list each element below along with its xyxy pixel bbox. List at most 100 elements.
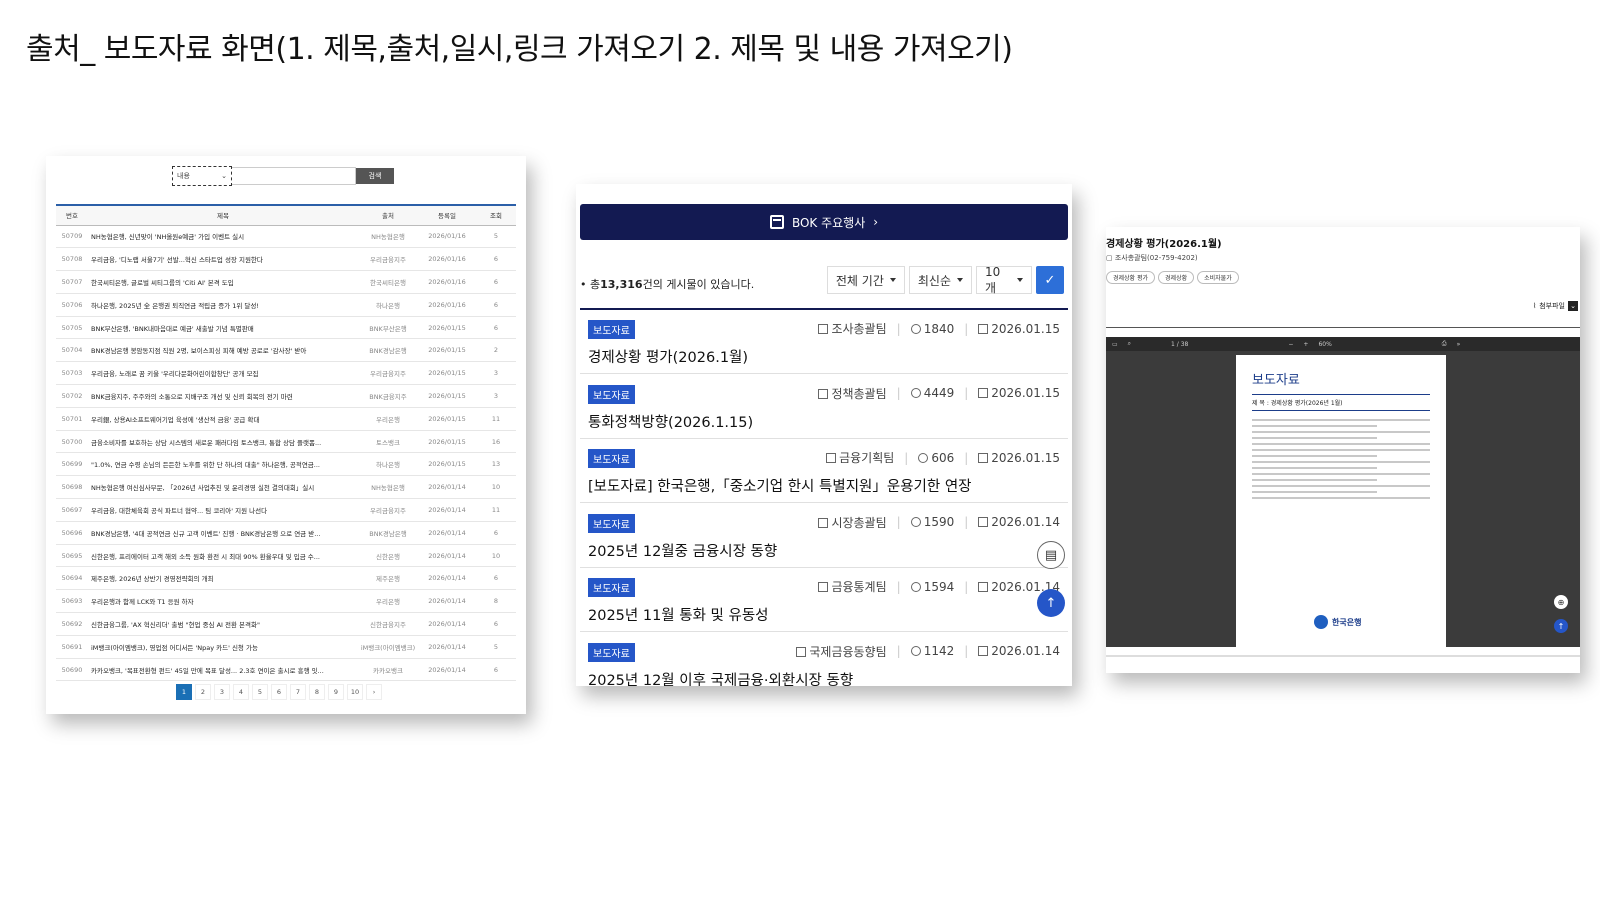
page-button[interactable]: 9 [328,684,344,700]
row-title-link[interactable]: 제주은행, 2026년 상반기 경영전략회의 개최 [88,566,358,591]
table-row[interactable]: 50700 금융소비자를 보호하는 상담 시스템의 새로운 패러다임 토스뱅크, … [56,430,516,454]
table-row[interactable]: 50705 BNK부산은행, 'BNK내마음대로 예금' 새출발 기념 특별판매 B… [56,316,516,340]
table-row[interactable]: 50693 우리은행과 함께 LCK와 T1 응원 하자 우리은행 2026/01/1… [56,589,516,614]
table-row[interactable]: 50692 신한금융그룹, 'AX 혁신리더' 출범 "현업 중심 AI 전환 본… [56,612,516,636]
detail-divider [1106,327,1580,328]
page-button[interactable]: 6 [271,684,287,700]
item-title[interactable]: 2025년 12월 이후 국제금융·외환시장 동향 [588,669,853,687]
row-title-link[interactable]: NH농협은행, 신년맞이 'NH올원e예금' 가입 이벤트 실시 [88,225,358,249]
more-icon[interactable]: » [1457,341,1461,348]
list-item[interactable]: 보도자료 조사총괄팀 | 1840 | 2026.01.15 경제상황 평가(2026.1월… [580,310,1068,374]
zoom-out-icon[interactable]: − [1288,341,1293,348]
table-row[interactable]: 50695 신한은행, 프리에이터 고객 해외 소득 원화 환전 시 최대 90%… [56,544,516,568]
page-button[interactable]: 2 [195,684,211,700]
page-button[interactable]: 8 [309,684,325,700]
scroll-top-button[interactable]: ↑ [1037,589,1065,617]
table-row[interactable]: 50706 하나은행, 2025년 全 은행권 퇴직연금 적립금 증가 1위 달성… [56,293,516,317]
item-title[interactable]: 경제상황 평가(2026.1월) [588,346,748,367]
search-type-select[interactable]: 내용 ⌄ [172,166,232,186]
page-size-select[interactable]: 10개 [976,265,1032,295]
item-views: 1594 [923,579,955,594]
document-icon[interactable]: ▤ [1037,541,1065,569]
table-row[interactable]: 50708 우리금융, '디노랩 서울7기' 선발...혁신 스타트업 성장 지원… [56,247,516,272]
search-icon[interactable]: ⌕ [1128,340,1131,348]
table-cell: 카카오뱅크 [358,658,418,682]
list-item[interactable]: 보도자료 금융기획팀 | 606 | 2026.01.15 [보도자료] 한국은행,「중소기… [580,439,1068,503]
table-row[interactable]: 50690 카카오뱅크, '목표전환형 펀드' 45일 만에 목표 달성... 2… [56,658,516,682]
table-row[interactable]: 50698 NH농협은행 여신심사부문, 「2026년 사업추진 및 윤리경영 실… [56,475,516,500]
row-title-link[interactable]: BNK부산은행, 'BNK내마음대로 예금' 새출발 기념 특별판매 [88,316,358,340]
table-cell: NH농협은행 [358,475,418,500]
table-cell: 50691 [56,635,88,659]
row-title-link[interactable]: 우리금융, '디노랩 서울7기' 선발...혁신 스타트업 성장 지원한다 [88,247,358,272]
period-select[interactable]: 전체 기간 [826,266,905,294]
bok-events-banner[interactable]: BOK 주요행사 › [580,204,1068,240]
page-button[interactable]: › [366,684,382,700]
row-title-link[interactable]: NH농협은행 여신심사부문, 「2026년 사업추진 및 윤리경영 실천 결의대… [88,475,358,500]
row-title-link[interactable]: 우리銀, 상용AI소프트웨어기업 육성에 '생산적 금융' 공급 확대 [88,407,358,431]
table-row[interactable]: 50694 제주은행, 2026년 상반기 경영전략회의 개최 제주은행 2026/0… [56,566,516,591]
item-title[interactable]: 통화정책방향(2026.1.15) [588,411,753,432]
list-item[interactable]: 보도자료 시장총괄팀 | 1590 | 2026.01.14 2025년 12월중 금융시장… [580,504,1068,568]
row-title-link[interactable]: 신한은행, 프리에이터 고객 해외 소득 원화 환전 시 최대 90% 환율우대… [88,544,358,568]
pdf-viewer[interactable]: ▭ ⌕ 1 / 38 − + 60% ⎙ » 보도자료 제 목 : 경제상황 평… [1106,337,1580,647]
page-button[interactable]: 3 [214,684,230,700]
viewer-action-icon[interactable]: ⊕ [1554,595,1568,609]
page-button[interactable]: 1 [176,684,192,700]
table-row[interactable]: 50699 "1.0%, 연금 수령 손님의 든든한 노후를 위한 단 하나의 대… [56,452,516,477]
row-title-link[interactable]: iM뱅크(아이엠뱅크), 영업점 어디서든 'Npay 카드' 신청 가능 [88,635,358,659]
attachment-button[interactable]: ⌇ 첨부파일 ⌄ [1533,301,1578,311]
list-item[interactable]: 보도자료 국제금융동향팀 | 1142 | 2026.01.14 2025년 12월 이후 … [580,633,1068,687]
row-title-link[interactable]: BNK경남은행, '4대 공적연금 신규 고객 이벤트' 진행 · BNK경남은… [88,521,358,545]
table-row[interactable]: 50697 우리금융, 대한체육회 공식 파트너 협약... 팀 코리아' 지원 … [56,498,516,522]
table-row[interactable]: 50701 우리銀, 상용AI소프트웨어기업 육성에 '생산적 금융' 공급 확대… [56,407,516,431]
table-cell: 50705 [56,316,88,340]
row-title-link[interactable]: 우리은행과 함께 LCK와 T1 응원 하자 [88,589,358,614]
page-button[interactable]: 5 [252,684,268,700]
row-title-link[interactable]: 신한금융그룹, 'AX 혁신리더' 출범 "현업 중심 AI 전환 본격화" [88,612,358,636]
table-row[interactable]: 50704 BNK경남은행 봉암동지점 직원 2명, 보이스피싱 피해 예방 공로… [56,338,516,363]
table-row[interactable]: 50691 iM뱅크(아이엠뱅크), 영업점 어디서든 'Npay 카드' 신청 … [56,635,516,659]
page-button[interactable]: 10 [347,684,363,700]
sidebar-toggle-icon[interactable]: ▭ [1112,341,1118,348]
sort-select[interactable]: 최신순 [908,266,972,294]
table-cell: 6 [476,316,516,340]
list-item[interactable]: 보도자료 정책총괄팀 | 4449 | 2026.01.15 통화정책방향(2026.1.1… [580,375,1068,439]
arrow-up-icon: ↑ [1045,595,1057,611]
pdf-page-number[interactable]: 1 [1171,341,1175,348]
print-icon[interactable]: ⎙ [1442,340,1447,348]
table-cell: BNK경남은행 [358,521,418,545]
apply-filter-button[interactable]: ✓ [1036,266,1064,294]
keyword-chip[interactable]: 경제상황 [1158,271,1195,284]
keyword-chip[interactable]: 경제상황 평가 [1106,271,1156,284]
item-title[interactable]: 2025년 12월중 금융시장 동향 [588,540,777,561]
item-title[interactable]: [보도자료] 한국은행,「중소기업 한시 특별지원」운용기한 연장 [588,475,972,496]
item-title[interactable]: 2025년 11월 통화 및 유동성 [588,604,769,625]
list-item[interactable]: 보도자료 금융통계팀 | 1594 | 2026.01.14 2025년 11월 통화 및 … [580,568,1068,632]
table-cell: 2026/01/16 [418,293,476,317]
row-title-link[interactable]: "1.0%, 연금 수령 손님의 든든한 노후를 위한 단 하나의 대출" 하나… [88,452,358,477]
row-title-link[interactable]: BNK금융지주, 주주와의 소통으로 지배구조 개선 및 신뢰 회복의 전기 마… [88,384,358,408]
pdf-zoom[interactable]: 60% [1318,341,1331,348]
row-title-link[interactable]: 우리금융, 대한체육회 공식 파트너 협약... 팀 코리아' 지원 나선다 [88,498,358,522]
search-input[interactable] [232,167,356,185]
zoom-in-icon[interactable]: + [1303,341,1308,348]
page-button[interactable]: 4 [233,684,249,700]
row-title-link[interactable]: BNK경남은행 봉암동지점 직원 2명, 보이스피싱 피해 예방 공로로 '감사… [88,338,358,363]
row-title-link[interactable]: 금융소비자를 보호하는 상담 시스템의 새로운 패러다임 토스뱅크, 통합 상담… [88,430,358,454]
row-title-link[interactable]: 우리금융, 노래로 꿈 키울 '우리다문화어린이합창단' 공개 모집 [88,361,358,386]
table-row[interactable]: 50703 우리금융, 노래로 꿈 키울 '우리다문화어린이합창단' 공개 모집 우… [56,361,516,386]
keyword-chip[interactable]: 소비자물가 [1197,271,1239,284]
viewer-scroll-top-button[interactable]: ↑ [1554,619,1568,633]
row-title-link[interactable]: 하나은행, 2025년 全 은행권 퇴직연금 적립금 증가 1위 달성! [88,293,358,317]
table-cell: 제주은행 [358,566,418,591]
table-row[interactable]: 50702 BNK금융지주, 주주와의 소통으로 지배구조 개선 및 신뢰 회복의… [56,384,516,408]
table-row[interactable]: 50707 한국씨티은행, 글로벌 씨티그룹의 'Citi AI' 본격 도입 한국… [56,270,516,294]
table-row[interactable]: 50696 BNK경남은행, '4대 공적연금 신규 고객 이벤트' 진행 · B… [56,521,516,545]
row-title-link[interactable]: 카카오뱅크, '목표전환형 펀드' 45일 만에 목표 달성... 2.3호 연… [88,658,358,682]
item-views: 1590 [923,515,955,529]
row-title-link[interactable]: 한국씨티은행, 글로벌 씨티그룹의 'Citi AI' 본격 도입 [88,270,358,294]
table-row[interactable]: 50709 NH농협은행, 신년맞이 'NH올원e예금' 가입 이벤트 실시 NH농… [56,225,516,249]
search-button[interactable]: 검색 [356,168,394,184]
page-button[interactable]: 7 [290,684,306,700]
